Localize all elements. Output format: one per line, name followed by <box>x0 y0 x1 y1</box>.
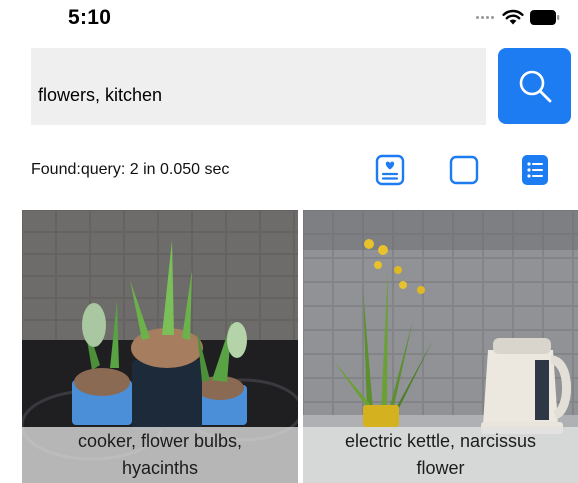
list-view-button[interactable] <box>519 153 551 187</box>
card-view-button[interactable] <box>374 153 406 187</box>
card-view-icon <box>375 154 405 186</box>
result-caption: cooker, flower bulbs, hyacinths <box>22 427 298 483</box>
result-grid: cooker, flower bulbs, hyacinths electric… <box>22 210 578 483</box>
search-icon <box>519 70 551 103</box>
wifi-icon <box>502 9 524 25</box>
list-view-icon <box>522 155 548 185</box>
search-input[interactable] <box>31 48 486 125</box>
single-view-button[interactable] <box>448 153 480 187</box>
result-tile[interactable]: cooker, flower bulbs, hyacinths <box>22 210 298 483</box>
result-caption: electric kettle, narcissus flower <box>303 427 578 483</box>
search-button[interactable] <box>498 48 571 124</box>
status-icons <box>476 9 560 25</box>
status-bar: 5:10 <box>0 0 578 36</box>
result-tile[interactable]: electric kettle, narcissus flower <box>303 210 578 483</box>
status-time: 5:10 <box>68 6 112 29</box>
single-view-icon <box>449 155 479 185</box>
result-count: Found:query: 2 in 0.050 sec <box>31 161 230 178</box>
signal-dots-icon <box>476 15 494 19</box>
battery-icon <box>530 9 560 25</box>
